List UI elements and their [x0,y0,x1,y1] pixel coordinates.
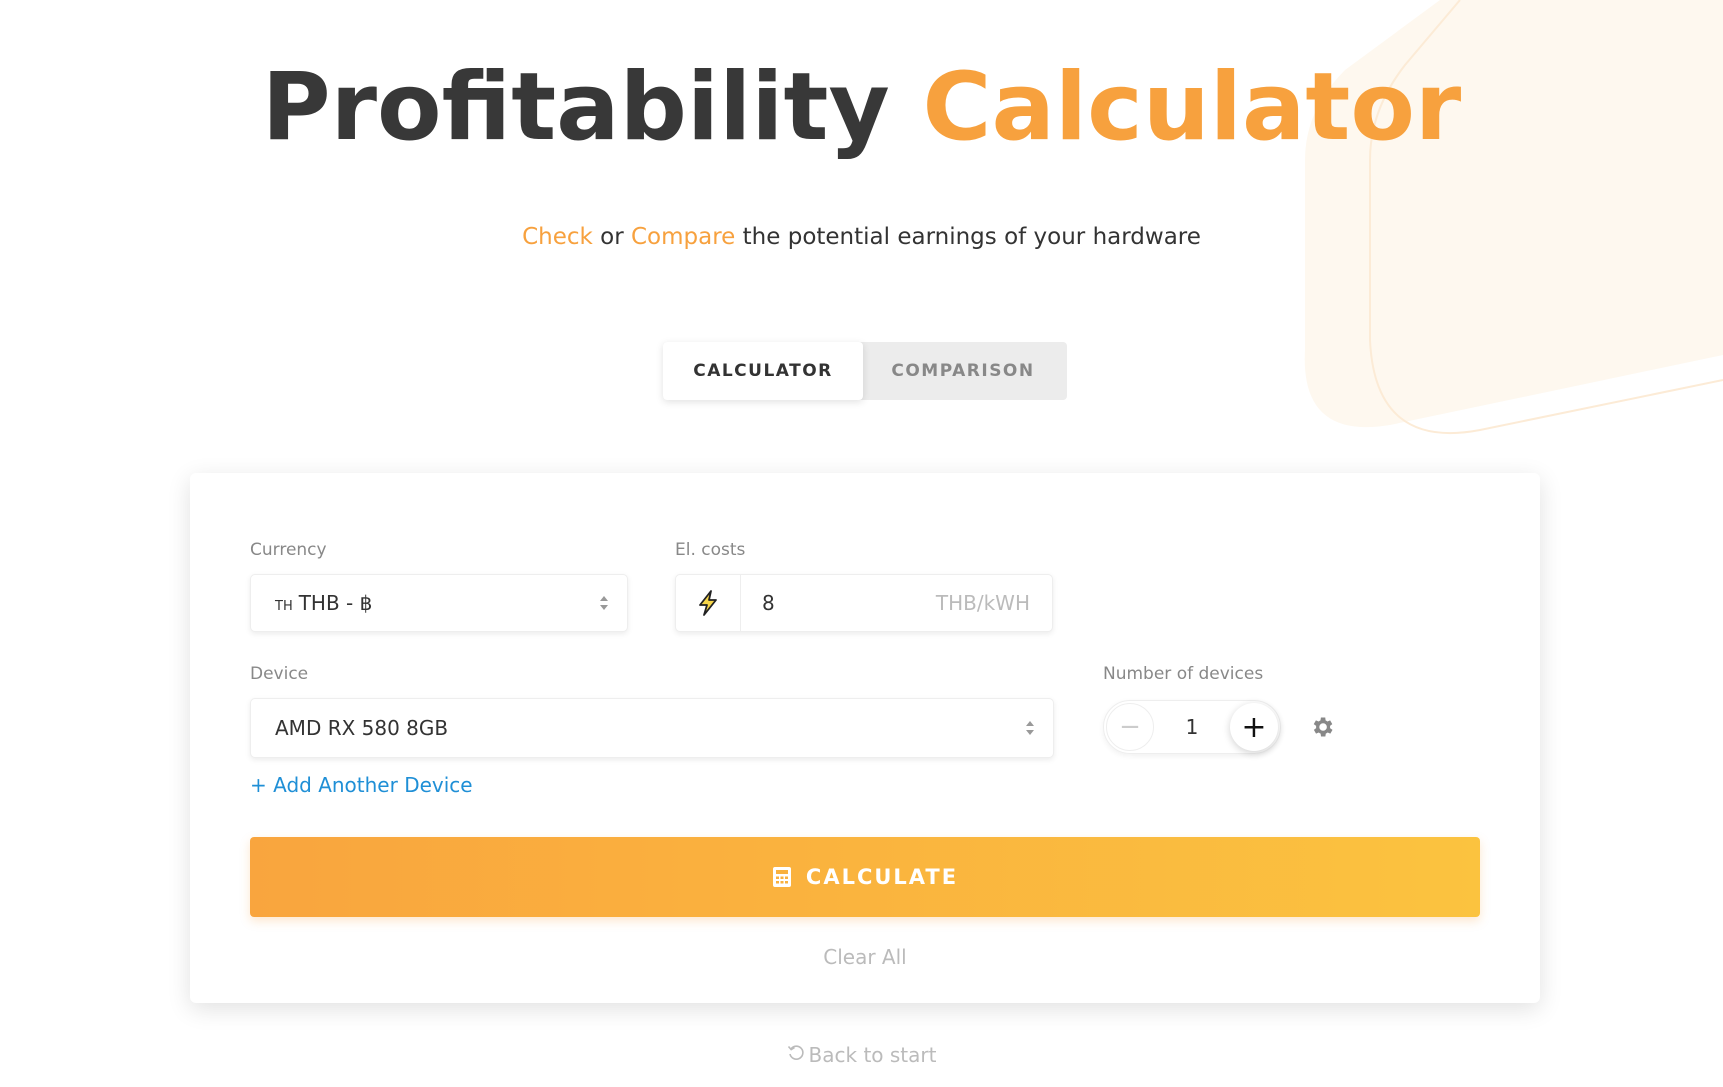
add-another-device-link[interactable]: + Add Another Device [250,773,473,797]
subtitle-compare: Compare [631,224,736,250]
undo-icon [787,1045,804,1060]
calculator-card: Currency TH THB - ฿ El. costs 8 THB/kWH D… [190,473,1540,1003]
calculate-label: CALCULATE [805,865,959,889]
mode-tabs: CALCULATOR COMPARISON [663,342,1067,400]
device-select[interactable]: AMD RX 580 8GB [250,698,1054,758]
currency-label: Currency [250,540,327,560]
device-label: Device [250,664,309,684]
page-subtitle: Check or Compare the potential earnings … [0,224,1723,250]
back-to-start-link[interactable]: Back to start [0,1043,1723,1067]
calculate-button[interactable]: CALCULATE [250,837,1480,917]
calculator-icon [772,867,791,887]
el-costs-input[interactable]: 8 [762,591,775,615]
subtitle-or: or [600,224,624,250]
el-costs-field[interactable]: 8 THB/kWH [675,574,1053,632]
currency-select[interactable]: TH THB - ฿ [250,574,628,632]
currency-flag: TH [275,599,293,614]
currency-value: THB - ฿ [298,591,373,615]
el-costs-label: El. costs [675,540,746,560]
tab-calculator[interactable]: CALCULATOR [663,342,863,400]
subtitle-rest: the potential earnings of your hardware [742,224,1201,250]
page-title: Profitability Calculator [0,52,1723,165]
bolt-icon [699,590,717,616]
title-main: Profitability [261,53,890,162]
quantity-stepper: − 1 + [1103,700,1281,754]
subtitle-check: Check [522,224,593,250]
device-value: AMD RX 580 8GB [275,716,449,740]
updown-arrows-icon [600,596,608,610]
increment-button[interactable]: + [1230,703,1278,751]
back-to-start-label: Back to start [808,1043,937,1067]
updown-arrows-icon [1026,721,1034,735]
gear-icon[interactable] [1309,714,1335,740]
title-accent: Calculator [922,53,1462,162]
clear-all-link[interactable]: Clear All [190,945,1540,969]
tab-comparison[interactable]: COMPARISON [863,342,1063,400]
num-devices-label: Number of devices [1103,664,1264,684]
bolt-icon-box [676,575,741,631]
el-costs-unit: THB/kWH [935,591,1030,615]
